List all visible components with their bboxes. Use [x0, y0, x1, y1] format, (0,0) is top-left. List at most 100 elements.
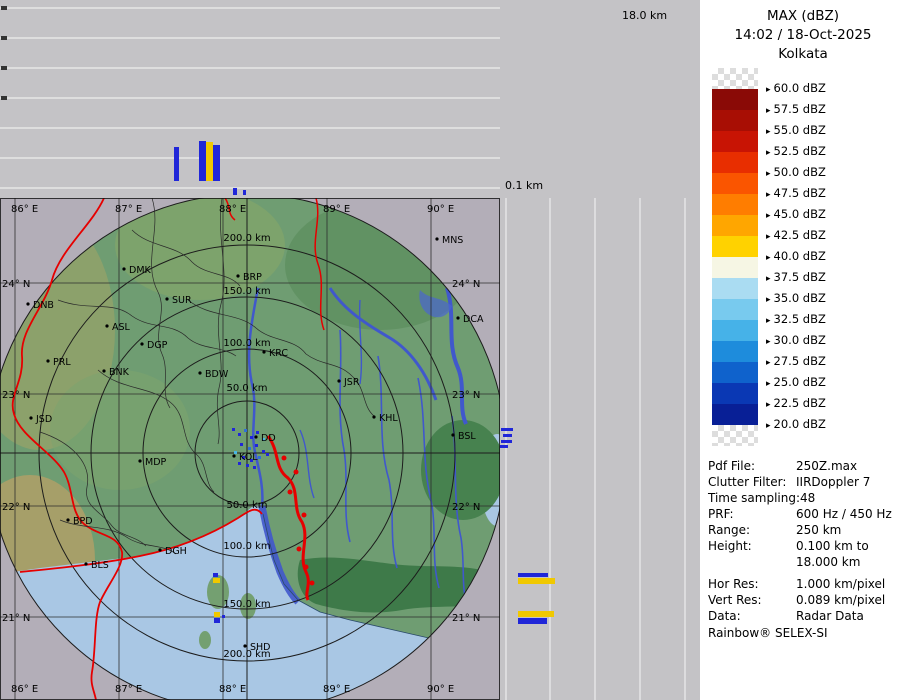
station-label: SUR — [172, 295, 192, 306]
legend-scale-swatches — [712, 68, 758, 446]
longitude-label: 88° E — [219, 684, 246, 695]
scale-swatch — [712, 341, 758, 362]
meta-field-value: Radar Data — [796, 608, 904, 624]
latitude-label: 21° N — [2, 613, 30, 624]
pointer-icon: ▸ — [766, 337, 771, 347]
range-ring-label: 100.0 km — [223, 338, 270, 349]
scale-swatch — [712, 404, 758, 425]
meta-field-value: 250 km — [796, 522, 904, 538]
scale-label: ▸30.0 dBZ — [766, 333, 826, 347]
pointer-icon: ▸ — [766, 106, 771, 116]
station-dot — [122, 267, 125, 270]
station-label: DD — [261, 433, 276, 444]
pointer-icon: ▸ — [766, 379, 771, 389]
station-dot — [84, 562, 87, 565]
scale-label-text: 25.0 dBZ — [774, 375, 826, 389]
station-dot — [236, 274, 239, 277]
meta-row: Time sampling:48 — [708, 490, 904, 506]
scale-label-text: 57.5 dBZ — [774, 102, 826, 116]
radar-display-canvas[interactable]: 18.0 km 0.1 km — [0, 0, 700, 700]
station-dot — [138, 459, 141, 462]
station-dot — [372, 415, 375, 418]
scale-swatch — [712, 173, 758, 194]
meta-field-value: 0.089 km/pixel — [796, 592, 904, 608]
product-title: MAX (dBZ) — [700, 7, 906, 26]
meta-field-label: Pdf File: — [708, 458, 796, 474]
latitude-label: 23° N — [2, 390, 30, 401]
station-label: DNB — [33, 300, 54, 311]
dbz-color-scale: ▸60.0 dBZ▸57.5 dBZ▸55.0 dBZ▸52.5 dBZ▸50.… — [712, 68, 904, 448]
scale-label: ▸32.5 dBZ — [766, 312, 826, 326]
range-ring-label: 150.0 km — [223, 286, 270, 297]
meta-row: Clutter Filter:IIRDoppler 7 — [708, 474, 904, 490]
scale-label-text: 45.0 dBZ — [774, 207, 826, 221]
meta-row: 18.000 km — [708, 554, 904, 570]
scale-swatch — [712, 152, 758, 173]
station-dot — [451, 433, 454, 436]
station-dot — [456, 316, 459, 319]
longitude-label: 89° E — [323, 684, 350, 695]
scale-swatch — [712, 299, 758, 320]
station-dot — [435, 237, 438, 240]
station-label: DMK — [129, 265, 152, 276]
scale-label-text: 32.5 dBZ — [774, 312, 826, 326]
meta-field-label: Time sampling: — [708, 490, 800, 506]
scale-label-text: 35.0 dBZ — [774, 291, 826, 305]
scale-swatch — [712, 68, 758, 89]
scale-label: ▸55.0 dBZ — [766, 123, 826, 137]
station-dot — [105, 324, 108, 327]
station-dot — [158, 548, 161, 551]
station-label: MDP — [145, 457, 167, 468]
meta-row: Data:Radar Data — [708, 608, 904, 624]
scale-label-text: 42.5 dBZ — [774, 228, 826, 242]
meta-field-value: 48 — [800, 490, 904, 506]
scale-label: ▸60.0 dBZ — [766, 81, 826, 95]
range-ring-label: 150.0 km — [223, 599, 270, 610]
pointer-icon: ▸ — [766, 274, 771, 284]
station-label: DCA — [463, 314, 484, 325]
scale-label: ▸52.5 dBZ — [766, 144, 826, 158]
scale-label-text: 27.5 dBZ — [774, 354, 826, 368]
info-panel: MAX (dBZ) 14:02 / 18-Oct-2025 Kolkata ▸6… — [700, 0, 906, 700]
station-dot — [243, 644, 246, 647]
pointer-icon: ▸ — [766, 232, 771, 242]
latitude-label: 24° N — [2, 279, 30, 290]
station-dot — [262, 350, 265, 353]
station-dot — [46, 359, 49, 362]
meta-field-label: Range: — [708, 522, 796, 538]
station-label: KOL — [239, 452, 258, 463]
scale-swatch — [712, 131, 758, 152]
scale-label-text: 40.0 dBZ — [774, 249, 826, 263]
range-ring-label: 200.0 km — [223, 649, 270, 660]
latitude-label: 22° N — [452, 502, 480, 513]
longitude-label: 90° E — [427, 684, 454, 695]
scale-swatch — [712, 320, 758, 341]
scale-label: ▸27.5 dBZ — [766, 354, 826, 368]
meta-row: Vert Res:0.089 km/pixel — [708, 592, 904, 608]
scale-label-text: 55.0 dBZ — [774, 123, 826, 137]
scale-swatch — [712, 215, 758, 236]
latitude-label: 22° N — [2, 502, 30, 513]
station-label: KHL — [379, 413, 398, 424]
scale-label: ▸37.5 dBZ — [766, 270, 826, 284]
station-dot — [254, 435, 257, 438]
radar-site-name: Kolkata — [700, 45, 906, 64]
scale-label: ▸47.5 dBZ — [766, 186, 826, 200]
longitude-label: 88° E — [219, 204, 246, 215]
meta-field-value: 0.100 km to — [796, 538, 904, 554]
scale-swatch — [712, 278, 758, 299]
station-label: KRC — [269, 348, 288, 359]
pointer-icon: ▸ — [766, 190, 771, 200]
product-timestamp: 14:02 / 18-Oct-2025 — [700, 26, 906, 45]
meta-field-label: Clutter Filter: — [708, 474, 796, 490]
scale-label: ▸20.0 dBZ — [766, 417, 826, 431]
pointer-icon: ▸ — [766, 358, 771, 368]
island — [199, 631, 211, 649]
legend-meta-top: Pdf File:250Z.maxClutter Filter:IIRDoppl… — [708, 458, 904, 570]
pointer-icon: ▸ — [766, 400, 771, 410]
station-label: BLS — [91, 560, 109, 571]
scale-label-text: 47.5 dBZ — [774, 186, 826, 200]
station-dot — [102, 369, 105, 372]
scale-swatch — [712, 194, 758, 215]
meta-field-label: Vert Res: — [708, 592, 796, 608]
